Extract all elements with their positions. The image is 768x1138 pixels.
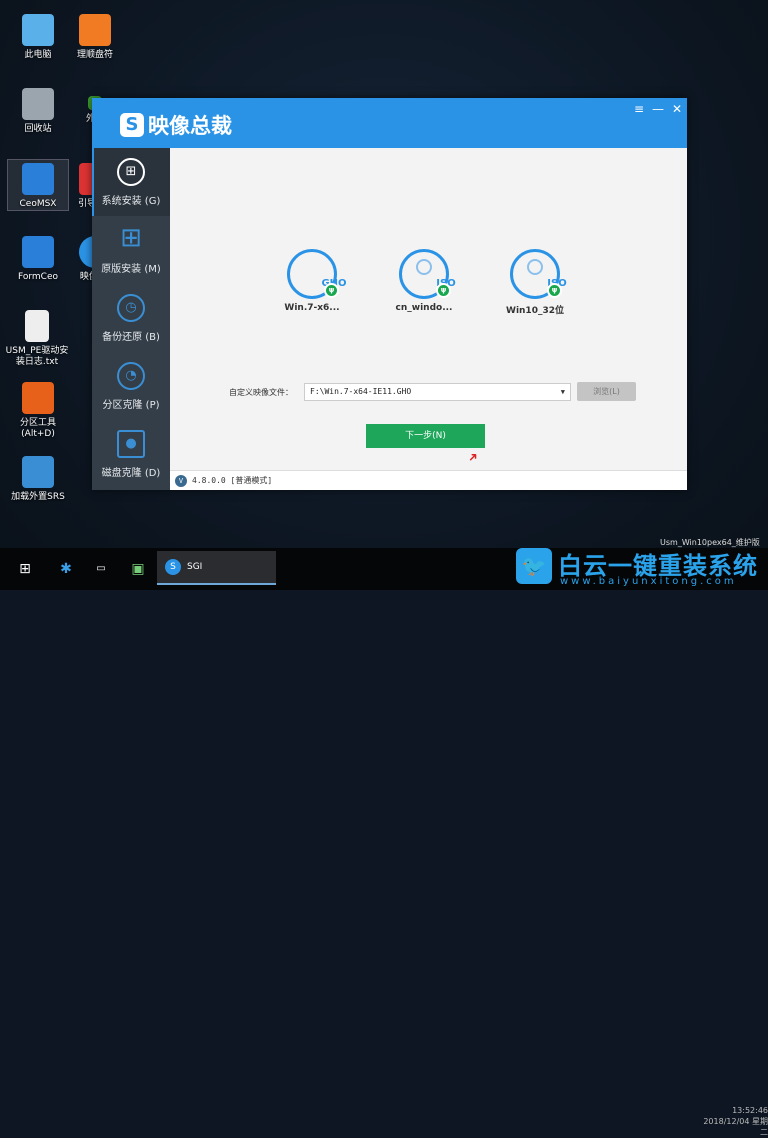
taskbar-app-label: SGI: [187, 562, 203, 572]
window-header: S 映像总裁 ≡ — ✕: [92, 98, 687, 148]
sidebar-item-original-install[interactable]: ⊞ 原版安装 (M): [92, 216, 170, 284]
formceo-icon: [22, 236, 54, 268]
icon-label: 回收站: [24, 124, 52, 134]
desktop-icon-partition-tool[interactable]: 分区工具(Alt+D): [8, 382, 68, 440]
icon-label: 此电脑: [24, 50, 52, 60]
usb-icon: ψ: [324, 283, 339, 298]
red-arrow-annotation: ➜: [464, 448, 482, 466]
windows-logo-icon: ⊞: [120, 223, 142, 253]
start-button[interactable]: ⊞: [12, 556, 38, 582]
image-item-iso-1[interactable]: ISOψ cn_windo...: [379, 249, 469, 313]
desktop-icon-ceomsx[interactable]: CeoMSX: [7, 159, 69, 211]
image-item-gho[interactable]: GHOψ Win.7-x6...: [267, 249, 357, 313]
browse-button[interactable]: 浏览(L): [577, 382, 636, 401]
windows-circle-icon: ⊞: [117, 158, 145, 186]
icon-label: 理顺盘符: [76, 50, 113, 60]
sidebar-item-partition-clone[interactable]: ◔ 分区克隆 (P): [92, 352, 170, 420]
sidebar-item-backup-restore[interactable]: ◷ 备份还原 (B): [92, 284, 170, 352]
icon-label: USM_PE驱动安装日志.txt: [5, 346, 69, 367]
sgi-window: S 映像总裁 ≡ — ✕ ⊞ 系统安装 (G) ⊞ 原版安装 (M) ◷ 备份还原 (B…: [92, 98, 687, 490]
bird-logo-icon: 🐦: [516, 548, 552, 584]
taskbar-sgi[interactable]: S SGI: [157, 551, 276, 585]
usb-icon: ψ: [547, 283, 562, 298]
icon-label: 加载外置SRS: [11, 492, 65, 502]
image-name: Win10_32位: [506, 306, 564, 316]
usb-icon: ψ: [436, 283, 451, 298]
version-icon: V: [175, 475, 187, 487]
menu-icon[interactable]: ≡: [634, 102, 644, 116]
close-icon[interactable]: ✕: [672, 102, 682, 116]
sidebar-item-label: 系统安装 (G): [101, 196, 161, 207]
icon-label: CeoMSX: [19, 199, 57, 209]
sidebar-item-label: 备份还原 (B): [102, 332, 160, 343]
computer-icon: [22, 14, 54, 46]
sgi-icon: S: [165, 559, 181, 575]
desktop-icon-this-pc[interactable]: 此电脑: [8, 14, 68, 61]
sidebar-item-disk-clone[interactable]: ● 磁盘克隆 (D): [92, 420, 170, 488]
app-logo: S 映像总裁: [120, 110, 232, 140]
desktop-icon-srs[interactable]: 加载外置SRS: [6, 456, 70, 503]
custom-image-select[interactable]: F:\Win.7-x64-IE11.GHO ▼: [304, 383, 571, 401]
pie-chart-icon: ◔: [117, 362, 145, 390]
cmd-icon[interactable]: ▭: [88, 556, 114, 582]
disc-icon: ISOψ: [399, 249, 456, 299]
sidebar: ⊞ 系统安装 (G) ⊞ 原版安装 (M) ◷ 备份还原 (B) ◔ 分区克隆 (P) …: [92, 148, 170, 490]
image-item-iso-2[interactable]: ISOψ Win10_32位: [490, 249, 580, 316]
minimize-icon[interactable]: —: [652, 102, 664, 116]
diskgenius-icon: [22, 382, 54, 414]
desktop-icon-log[interactable]: USM_PE驱动安装日志.txt: [5, 310, 69, 368]
icon-label: FormCeo: [18, 272, 58, 282]
disc-icon: ISOψ: [510, 249, 567, 299]
next-button[interactable]: 下一步(N): [366, 424, 485, 448]
logo-icon: S: [120, 113, 144, 137]
custom-image-label: 自定义映像文件：: [229, 388, 293, 397]
clock[interactable]: 13:52:46 2018/12/04 星期二: [700, 1105, 768, 1138]
ceomsx-icon: [22, 163, 54, 195]
az-icon: [79, 14, 111, 46]
chevron-down-icon[interactable]: ▼: [561, 384, 565, 400]
clock-date: 2018/12/04 星期二: [703, 1117, 768, 1137]
clock-restore-icon: ◷: [117, 294, 145, 322]
desktop-icon-drive-letters[interactable]: 理顺盘符: [65, 14, 125, 61]
icon-label: 分区工具(Alt+D): [19, 418, 56, 439]
clock-time: 13:52:46: [732, 1106, 768, 1115]
watermark-url: www.baiyunxitong.com: [560, 576, 737, 587]
network-tool-icon[interactable]: ✱: [53, 556, 79, 582]
version-text: 4.8.0.0 [普通模式]: [192, 476, 273, 485]
ghost-image-icon: GHOψ: [287, 249, 347, 299]
sidebar-item-label: 原版安装 (M): [101, 264, 161, 275]
desktop-icon-formceo[interactable]: FormCeo: [8, 236, 68, 283]
sidebar-item-label: 磁盘克隆 (D): [101, 468, 161, 479]
image-name: Win.7-x6...: [284, 303, 340, 313]
sidebar-item-label: 分区克隆 (P): [102, 400, 160, 411]
status-bar: V 4.8.0.0 [普通模式]: [170, 470, 687, 490]
srs-icon: [22, 456, 54, 488]
image-name: cn_windo...: [395, 303, 453, 313]
custom-image-value: F:\Win.7-x64-IE11.GHO: [310, 387, 412, 396]
recycle-bin-icon: [22, 88, 54, 120]
system-tool-icon[interactable]: ▣: [125, 556, 151, 582]
app-title: 映像总裁: [148, 114, 232, 138]
desktop-icon-recycle-bin[interactable]: 回收站: [8, 88, 68, 135]
disk-clone-icon: ●: [117, 430, 145, 458]
text-file-icon: [25, 310, 49, 342]
sidebar-item-system-install[interactable]: ⊞ 系统安装 (G): [92, 148, 170, 216]
